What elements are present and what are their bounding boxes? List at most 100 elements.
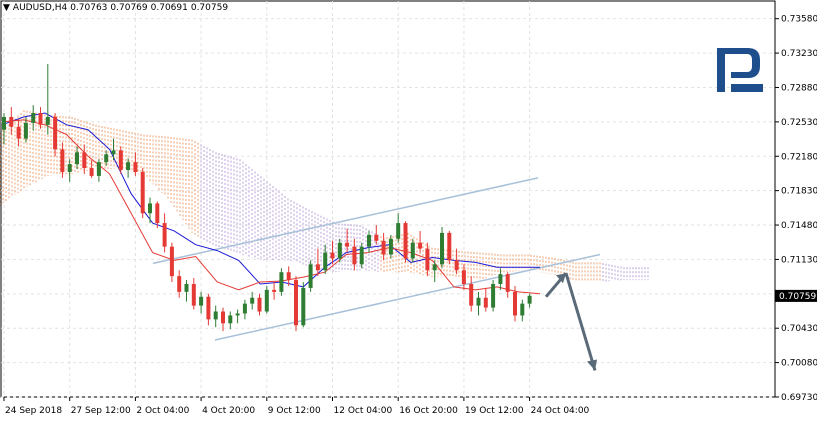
logo-stem — [717, 48, 725, 92]
candle-body — [418, 242, 423, 249]
y-tick-label: 0.72180 — [781, 152, 817, 162]
candle-body — [301, 287, 306, 326]
candle-body — [206, 296, 211, 320]
candle-body — [16, 126, 21, 139]
x-axis: 24 Sep 2018 27 Sep 12:00 2 Oct 04:00 4 Oct … — [3, 397, 590, 416]
low-value: 0.70691 — [150, 3, 188, 13]
candle-body — [162, 223, 167, 247]
candle-body — [381, 240, 386, 255]
x-tick-label: 19 Oct 12:00 — [465, 406, 524, 416]
candle-body — [82, 152, 87, 169]
x-tick-label: 24 Sep 2018 — [5, 406, 62, 416]
candle-body — [403, 223, 408, 259]
candle-body — [242, 303, 247, 314]
y-tick-label: 0.71480 — [781, 221, 817, 231]
logo-bar — [731, 84, 763, 92]
y-tick-label: 0.73230 — [781, 49, 817, 59]
candle-body — [425, 248, 430, 271]
chart-canvas: 0.73580 0.73230 0.72880 0.72530 0.72180 0.718… — [0, 0, 817, 416]
candle-body — [177, 276, 182, 292]
candle-body — [118, 150, 123, 171]
candle-body — [396, 223, 401, 239]
high-value: 0.70769 — [110, 3, 148, 13]
candle-body — [286, 272, 291, 281]
candle-body — [2, 116, 6, 130]
candle-body — [38, 113, 43, 125]
candle-body — [272, 289, 277, 292]
candle-body — [133, 162, 138, 172]
candle-body — [148, 203, 152, 214]
y-tick-label: 0.72880 — [781, 83, 817, 93]
x-tick-label: 16 Oct 20:00 — [399, 406, 458, 416]
chart-header: ▼ AUDUSD,H4 0.70763 0.70769 0.70691 0.70759 — [3, 3, 231, 13]
plot-frame — [0, 0, 776, 398]
triangle-down-icon[interactable]: ▼ — [3, 3, 10, 13]
candle-body — [250, 297, 255, 304]
candle-body — [440, 232, 444, 265]
candle-body — [498, 274, 503, 284]
open-value: 0.70763 — [70, 3, 108, 13]
y-tick-label: 0.69730 — [781, 393, 817, 403]
candle-body — [294, 280, 298, 326]
candle-body — [257, 297, 262, 312]
candle-body — [279, 272, 284, 292]
candle-body — [374, 234, 379, 241]
y-tick-label: 0.72530 — [781, 118, 817, 128]
candle-body — [432, 264, 437, 271]
candle-body — [447, 232, 452, 261]
y-tick-label: 0.70080 — [781, 359, 817, 369]
candle-body — [191, 283, 196, 306]
candle-body — [184, 283, 189, 292]
candle-body — [505, 274, 510, 292]
candle-body — [89, 168, 94, 176]
symbol-label: AUDUSD,H4 — [12, 3, 68, 13]
candle-body — [53, 116, 58, 150]
candle-body — [520, 303, 525, 316]
chart: 0.73580 0.73230 0.72880 0.72530 0.72180 0.718… — [0, 0, 817, 422]
y-tick-label: 0.71130 — [781, 255, 817, 265]
candle-body — [359, 246, 364, 265]
candle-body — [367, 234, 371, 247]
close-value: 0.70759 — [190, 3, 229, 13]
x-tick-label: 9 Oct 12:00 — [268, 406, 321, 416]
candle-body — [235, 313, 240, 316]
x-tick-label: 2 Oct 04:00 — [136, 406, 189, 416]
candle-body — [199, 296, 204, 306]
candle-body — [461, 270, 466, 284]
candle-body — [104, 154, 109, 163]
candle-body — [469, 283, 474, 306]
candle-body — [337, 242, 342, 259]
candle-body — [111, 150, 116, 155]
candle-body — [513, 291, 517, 316]
candle-body — [264, 289, 269, 312]
candle-body — [330, 252, 335, 259]
candle-body — [454, 260, 459, 271]
candle-body — [67, 164, 72, 172]
candle-body — [213, 311, 218, 320]
candle-body — [345, 242, 350, 247]
candle-body — [228, 315, 233, 324]
x-tick-label: 12 Oct 04:00 — [334, 406, 393, 416]
candle-body — [155, 203, 160, 224]
candle-body — [75, 152, 79, 165]
x-tick-label: 4 Oct 20:00 — [202, 406, 255, 416]
y-tick-label: 0.73580 — [781, 15, 817, 25]
candle-body — [323, 252, 328, 271]
candle-body — [410, 242, 415, 259]
candle-body — [221, 311, 225, 324]
candle-body — [140, 171, 145, 214]
x-tick-label: 27 Sep 12:00 — [71, 406, 131, 416]
candle-body — [476, 297, 481, 306]
y-tick-label: 0.71830 — [781, 187, 817, 197]
current-price-label: 0.70759 — [779, 292, 816, 302]
candle-body — [527, 295, 532, 304]
candle-body — [9, 116, 14, 127]
candle-body — [23, 122, 28, 139]
y-tick-label: 0.70430 — [781, 324, 817, 334]
candle-body — [96, 162, 101, 176]
candle-body — [60, 149, 65, 172]
candle-body — [491, 283, 496, 308]
candle-body — [126, 162, 131, 171]
candle-body — [169, 246, 174, 277]
candle-body — [31, 113, 36, 123]
